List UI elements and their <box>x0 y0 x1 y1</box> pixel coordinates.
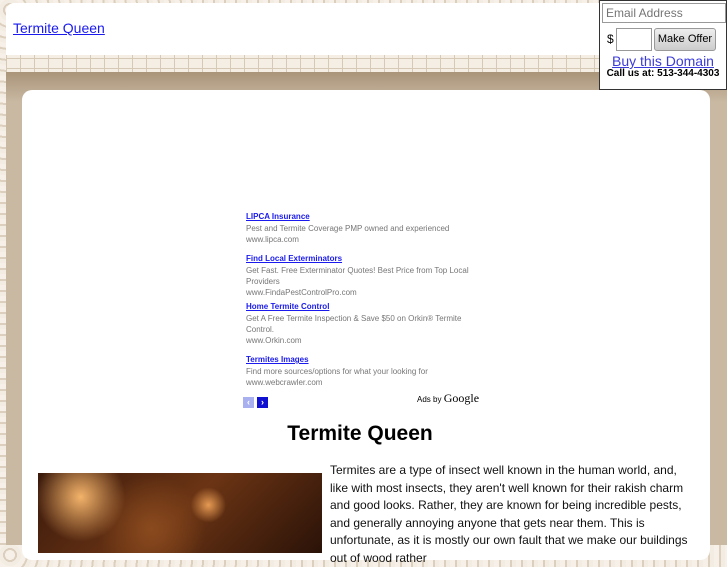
ad-title-link[interactable]: Find Local Exterminators <box>246 253 486 265</box>
ad-url[interactable]: www.lipca.com <box>246 234 486 245</box>
site-title-link[interactable]: Termite Queen <box>13 20 105 36</box>
currency-label: $ <box>607 32 614 46</box>
prev-arrow-icon[interactable]: ‹ <box>243 397 254 408</box>
ad-title-link[interactable]: Home Termite Control <box>246 301 486 313</box>
article-paragraph: Termites are a type of insect well known… <box>330 463 688 565</box>
ads-nav: ‹ › <box>243 392 271 410</box>
greek-key-border <box>6 55 600 72</box>
ad-item: Home Termite Control Get A Free Termite … <box>246 301 486 346</box>
buy-domain-link[interactable]: Buy this Domain <box>600 53 726 69</box>
ad-item: Find Local Exterminators Get Fast. Free … <box>246 253 486 298</box>
ad-url[interactable]: www.webcrawler.com <box>246 377 486 388</box>
call-us-text: Call us at: 513-344-4303 <box>606 68 720 79</box>
ad-description: Pest and Termite Coverage PMP owned and … <box>246 224 450 233</box>
ads-by-google[interactable]: Ads by Google <box>417 391 479 406</box>
ad-description: Get Fast. Free Exterminator Quotes! Best… <box>246 266 469 286</box>
ad-list: LIPCA Insurance Pest and Termite Coverag… <box>246 211 486 396</box>
ad-item: Termites Images Find more sources/option… <box>246 354 486 388</box>
site-header: Termite Queen <box>6 3 600 55</box>
ad-title-link[interactable]: LIPCA Insurance <box>246 211 486 223</box>
ad-item: LIPCA Insurance Pest and Termite Coverag… <box>246 211 486 245</box>
ad-url[interactable]: www.FindaPestControlPro.com <box>246 287 486 298</box>
page-title: Termite Queen <box>287 422 433 445</box>
ads-by-label: Ads by <box>417 395 442 404</box>
termite-photo <box>38 473 322 553</box>
make-offer-button[interactable]: Make Offer <box>654 28 716 51</box>
google-logo: Google <box>443 391 480 405</box>
ad-url[interactable]: www.Orkin.com <box>246 335 486 346</box>
next-arrow-icon[interactable]: › <box>257 397 268 408</box>
domain-offer-box: $ Make Offer Buy this Domain Call us at:… <box>599 0 727 90</box>
ad-description: Find more sources/options for what your … <box>246 367 428 376</box>
ad-description: Get A Free Termite Inspection & Save $50… <box>246 314 462 334</box>
email-input[interactable] <box>602 3 726 23</box>
offer-amount-input[interactable] <box>616 28 652 51</box>
ad-title-link[interactable]: Termites Images <box>246 354 486 366</box>
